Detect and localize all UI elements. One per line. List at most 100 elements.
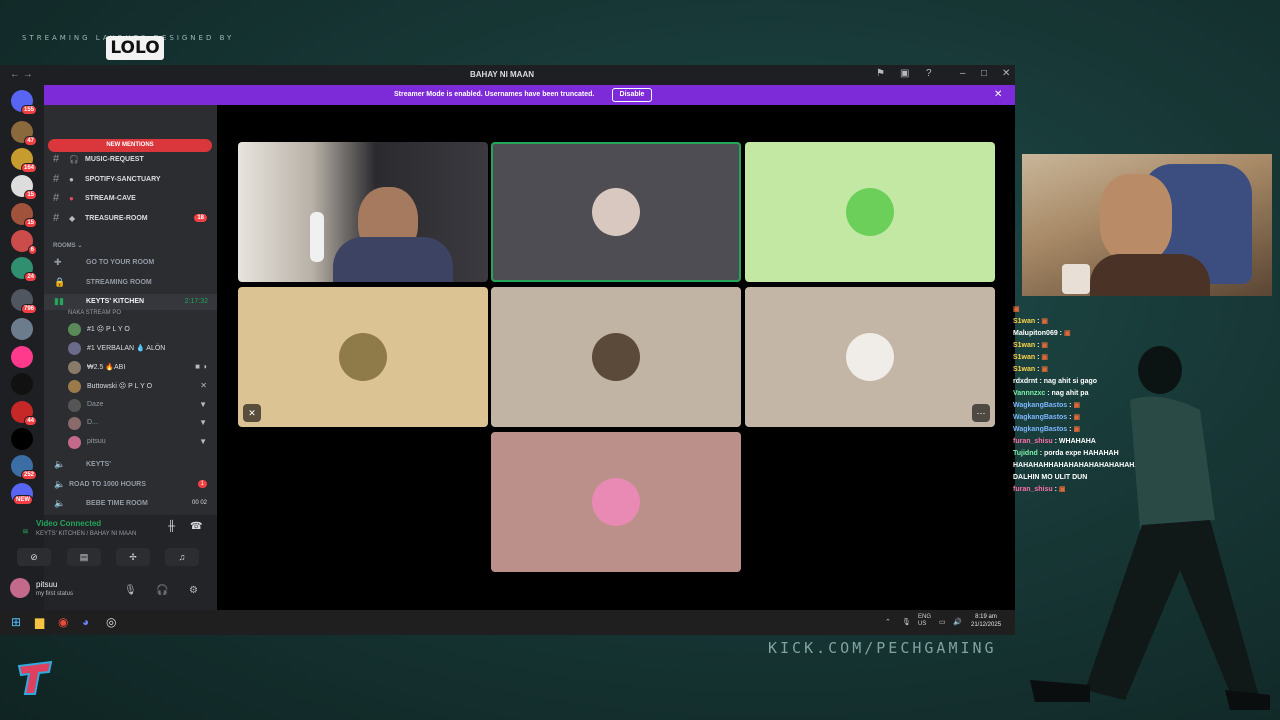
avatar <box>68 399 81 412</box>
headphones-icon: 🎧 <box>69 155 79 164</box>
noise-suppression-icon[interactable]: ╫ <box>168 521 175 532</box>
voice-channel-streaming-room[interactable]: 🔒 streaming room <box>44 275 217 291</box>
input-language[interactable]: ENG US <box>918 614 931 628</box>
participant-tile[interactable] <box>491 432 741 572</box>
member-status-icons: ▼ <box>199 437 207 446</box>
voice-member[interactable]: #1 VERBALAN 💧 ALÖN <box>44 340 217 357</box>
avatar <box>68 380 81 393</box>
server-icon[interactable] <box>11 318 33 340</box>
channel-label: ROAD TO 1000 HOURS <box>69 481 146 488</box>
member-status-icons: ▼ <box>199 418 207 427</box>
participant-tile[interactable]: ✕ <box>238 287 488 427</box>
pech-logo <box>17 660 53 695</box>
channel-spotify-sanctuary[interactable]: # ● spotify-sanctuary <box>44 172 217 188</box>
mug <box>1062 264 1090 294</box>
custom-status: my first status <box>36 591 74 597</box>
chat-message: ▣ <box>1013 304 1273 316</box>
participant-tile[interactable] <box>745 142 995 282</box>
soundboard-button[interactable]: ♫ <box>165 548 199 566</box>
history-nav[interactable]: ← → <box>10 69 33 80</box>
server-icon[interactable]: 155 <box>11 90 37 115</box>
server-icon[interactable] <box>11 428 33 450</box>
call-timer: 2:17:32 <box>184 298 208 305</box>
microphone-icon[interactable]: 🎙 <box>124 585 137 596</box>
channel-stream-cave[interactable]: # ● stream-cave <box>44 191 217 207</box>
member-status-icons: ✕ <box>200 381 207 390</box>
taskbar-clock[interactable]: 8:19 am 21/12/2025 <box>971 613 1001 629</box>
disconnect-icon[interactable]: ☎ <box>190 521 202 532</box>
headset-icon[interactable]: 🎧 <box>156 585 168 596</box>
more-options-icon[interactable]: ⋯ <box>972 404 990 422</box>
participant-tile[interactable]: ⋯ <box>745 287 995 427</box>
file-explorer-icon[interactable]: ▆ <box>35 615 44 629</box>
clock-date: 21/12/2025 <box>971 622 1002 628</box>
voice-member[interactable]: ₩2.5 🔥ABI ■ ◑ <box>44 359 217 376</box>
voice-channel-bebe-time-room[interactable]: 🔈 BEBE TIME ROOM 00 02 <box>44 496 217 512</box>
help-icon[interactable]: ? <box>926 68 932 79</box>
voice-member[interactable]: pitsuu ▼ <box>44 434 217 451</box>
server-icon[interactable]: 47 <box>11 121 37 146</box>
server-icon[interactable]: 24 <box>11 257 37 282</box>
voice-channel-go-to-your-room[interactable]: ✚ go to your room <box>44 255 217 271</box>
inbox-icon[interactable]: ⚑ <box>876 68 885 79</box>
volume-icon[interactable]: 🔊 <box>953 618 962 626</box>
obs-icon[interactable]: ◎ <box>106 615 116 629</box>
voice-channel-keyts[interactable]: 🔈 KEYTS' <box>44 457 217 473</box>
new-mentions-pill[interactable]: NEW MENTIONS <box>48 139 212 152</box>
server-icon[interactable]: 6 <box>11 230 37 255</box>
screen-share-button[interactable]: ▤ <box>67 548 101 566</box>
participant-tile[interactable] <box>491 287 741 427</box>
close-icon[interactable]: ✕ <box>1002 68 1010 79</box>
speaker-icon: 🔈 <box>54 498 66 508</box>
discord-icon[interactable]: ◕ <box>82 615 89 629</box>
server-icon[interactable]: 15 <box>11 203 37 228</box>
participant-tile[interactable] <box>491 142 741 282</box>
server-icon[interactable]: 164 <box>11 148 37 173</box>
shoe-shape <box>1030 680 1090 702</box>
voice-member[interactable]: Buttowski ☹ P L Y O ✕ <box>44 378 217 395</box>
connection-status[interactable]: Video Connected <box>36 519 101 528</box>
voice-member[interactable]: #1 ☹ P L Y O <box>44 321 217 338</box>
voice-channel-keyts-kitchen[interactable]: ▮▮ KEYTS' KITCHEN 2:17:32 <box>44 294 217 310</box>
minimize-icon[interactable]: – <box>960 68 966 79</box>
channel-label: streaming room <box>86 279 152 286</box>
lock-icon: 🔒 <box>54 277 66 287</box>
channel-music-request[interactable]: # 🎧 music-request <box>44 152 217 168</box>
video-tile[interactable] <box>238 142 488 282</box>
server-icon[interactable]: 796 <box>11 289 37 314</box>
settings-gear-icon[interactable]: ⚙ <box>189 585 198 596</box>
server-icon[interactable] <box>11 373 33 395</box>
voice-active-icon: ▮▮ <box>54 296 64 306</box>
maximize-icon[interactable]: □ <box>981 68 987 79</box>
muted-icon: ✕ <box>243 404 261 422</box>
disable-button[interactable]: Disable <box>612 88 652 102</box>
category-rooms[interactable]: ROOMS ⌄ <box>53 242 82 249</box>
voice-member[interactable]: D... ▼ <box>44 415 217 432</box>
close-icon[interactable]: ✕ <box>994 89 1002 100</box>
avatar <box>68 361 81 374</box>
member-status-icons: ■ ◑ <box>195 362 207 371</box>
server-icon[interactable]: 44 <box>11 401 37 426</box>
shoe-shape <box>1225 690 1270 710</box>
network-icon[interactable]: ▭ <box>939 618 946 626</box>
camera-off-button[interactable]: ⊘ <box>17 548 51 566</box>
category-label: ROOMS <box>53 243 76 249</box>
windows-start-icon[interactable]: ⊞ <box>11 615 21 629</box>
server-icon[interactable]: NEW <box>11 483 33 505</box>
streamer-face <box>1100 174 1172 262</box>
server-icon[interactable]: 15 <box>11 175 37 200</box>
voice-member[interactable]: Daze ▼ <box>44 397 217 414</box>
server-icon[interactable] <box>11 346 33 368</box>
chrome-icon[interactable]: ◉ <box>58 615 68 629</box>
member-name: pitsuu <box>87 438 106 445</box>
channel-treasure-room[interactable]: # ◆ treasure-room 18 <box>44 211 217 227</box>
server-icon[interactable]: 252 <box>11 455 37 480</box>
tray-mic-icon[interactable]: 🎙 <box>902 618 911 626</box>
banner-message: Streamer Mode is enabled. Usernames have… <box>394 91 595 98</box>
monitor-icon[interactable]: ▣ <box>900 68 909 79</box>
voice-channel-road-to-1000-hours[interactable]: 🔈 ROAD TO 1000 HOURS 1 <box>44 477 217 493</box>
mention-count-badge: 18 <box>194 214 207 222</box>
tray-chevron-icon[interactable]: ⌃ <box>885 618 891 626</box>
activities-button[interactable]: ✢ <box>116 548 150 566</box>
streamer-mode-banner: Streamer Mode is enabled. Usernames have… <box>44 85 1015 105</box>
